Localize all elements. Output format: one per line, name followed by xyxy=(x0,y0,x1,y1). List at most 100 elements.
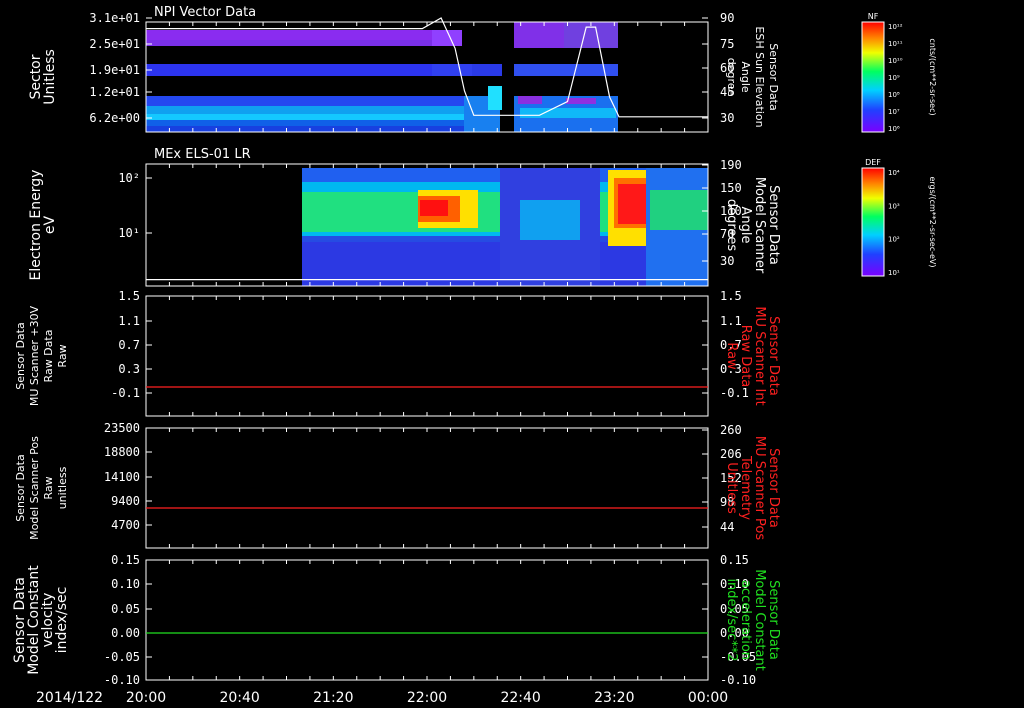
colorbar-tick-label: 10⁴ xyxy=(888,169,900,177)
panel-frame-const xyxy=(145,559,709,681)
right-axis-label-line: Raw xyxy=(724,342,739,370)
colorbar-tick-label: 10¹ xyxy=(888,269,900,277)
x-tick-label: 21:20 xyxy=(313,690,353,706)
left-axis-label-line: Unitless xyxy=(42,49,58,105)
x-tick-label: 20:40 xyxy=(219,690,259,706)
left-tick-label: 1.9e+01 xyxy=(89,63,140,77)
colorbar-tick-label: 10² xyxy=(888,236,900,244)
left-tick-label: 4700 xyxy=(111,518,140,532)
left-tick-label: 9400 xyxy=(111,494,140,508)
panel-title-els: MEx ELS-01 LR xyxy=(154,147,251,162)
els-heatmap xyxy=(302,168,708,286)
date-label: 2014/122 xyxy=(36,690,103,706)
left-axis-label-line: Sensor Data xyxy=(14,454,27,521)
right-axis-label-line: Raw Data xyxy=(738,325,753,388)
left-tick-label: 10¹ xyxy=(118,226,140,240)
left-tick-label: 1.2e+01 xyxy=(89,85,140,99)
multi-panel-plot: NPI Vector Data 3.1e+01 2.5e+01 1.9e+01 1.2e… xyxy=(12,5,937,706)
left-tick-label: 0.00 xyxy=(111,626,140,640)
right-tick-label: -0.1 xyxy=(720,386,749,400)
colorbar-npi: NF 10¹² 10¹¹ 10¹⁰ 10⁹ 10⁸ 10⁷ 10⁶ cnts/(cm**2-sr… xyxy=(861,12,937,133)
left-tick-label: 0.10 xyxy=(111,577,140,591)
x-tick-label: 22:40 xyxy=(500,690,540,706)
colorbar-label: DEF xyxy=(865,158,881,167)
panel-mu30: 1.51.10.70.3-0.11.51.10.70.3-0.1Sensor D… xyxy=(14,289,781,417)
right-axis-label-line: Angle xyxy=(739,61,752,93)
left-tick-label: -0.10 xyxy=(104,673,140,687)
npi-heatmap xyxy=(146,22,618,132)
left-axis-label-line: Model Scanner Pos xyxy=(28,436,41,540)
left-axis-label-line: Sensor Data xyxy=(14,322,27,389)
colorbar-unit-label: ergs/(cm**2-sr-sec-eV) xyxy=(928,176,937,267)
left-axis-label-mu30: Sensor Data MU Scanner +30V Raw Data Raw xyxy=(14,305,69,406)
left-axis-label-mupos: Sensor Data Model Scanner Pos Raw unitless xyxy=(14,436,69,540)
left-tick-label: 23500 xyxy=(104,421,140,435)
colorbar-els: DEF 10⁴ 10³ 10² 10¹ ergs/(cm**2-sr-sec-eV) xyxy=(861,158,937,277)
right-tick-label: 1.5 xyxy=(720,289,742,303)
panel-frame-mu30 xyxy=(145,295,709,417)
right-axis-label-line: MU Scanner Pos xyxy=(752,436,767,541)
right-axis-label-line: degree xyxy=(725,58,738,97)
left-axis-label-const: Sensor DataModel Constantvelocityindex/s… xyxy=(12,565,70,675)
left-tick-label: 0.05 xyxy=(111,602,140,616)
right-tick-label: 260 xyxy=(720,423,742,437)
x-tick-label: 00:00 xyxy=(688,690,728,706)
panel-title-npi: NPI Vector Data xyxy=(154,5,256,20)
x-tick-label: 23:20 xyxy=(594,690,634,706)
colorbar-tick-label: 10⁸ xyxy=(888,91,900,99)
left-axis-label-line: eV xyxy=(42,215,58,234)
right-tick-label: 150 xyxy=(720,181,742,195)
colorbar-tick-label: 10³ xyxy=(888,202,900,210)
right-axis-label-const: index/sec**2 acceleration Model Constant Se… xyxy=(724,569,781,671)
x-tick-label: 20:00 xyxy=(126,690,166,706)
right-axis-label-line: acceleration xyxy=(738,580,753,660)
right-tick-label: 0.15 xyxy=(720,553,749,567)
colorbar-gradient xyxy=(861,21,885,133)
colorbar-gradient xyxy=(861,167,885,277)
panel-mupos: 235001880014100940047002602061529844Sens… xyxy=(14,421,781,549)
colorbar-unit-text: cnts/(cm**2-sr-sec) xyxy=(928,38,937,115)
right-axis-label-line: MU Scanner Int xyxy=(752,306,767,405)
left-tick-label: 1.5 xyxy=(118,289,140,303)
panel-const: 0.150.100.050.00-0.05-0.100.150.100.050.… xyxy=(12,553,781,687)
right-tick-label: 30 xyxy=(720,254,734,268)
left-axis-label-line: Raw xyxy=(56,344,69,367)
panel-frame-mupos xyxy=(145,427,709,549)
left-tick-label: 2.5e+01 xyxy=(89,37,140,51)
right-tick-label: 90 xyxy=(720,11,734,25)
right-tick-label: 190 xyxy=(720,158,742,172)
left-axis-label-els: Electron EnergyeV xyxy=(28,170,58,281)
right-axis-label-line: Model Constant xyxy=(752,569,767,671)
right-axis-label-line: Angle xyxy=(738,207,753,244)
colorbar-tick-label: 10¹⁰ xyxy=(888,57,903,65)
right-axis-label-line: Telemetry xyxy=(738,455,753,520)
left-axis-label-line: Raw Data xyxy=(42,330,55,383)
colorbar-unit-label: cnts/(cm**2-sr-sec) xyxy=(928,38,937,115)
colorbar-unit-text: ergs/(cm**2-sr-sec-eV) xyxy=(928,176,937,267)
colorbar-tick-label: 10⁹ xyxy=(888,74,900,82)
left-tick-label: 10² xyxy=(118,171,140,185)
colorbar-tick-label: 10¹¹ xyxy=(888,40,903,48)
x-tick-label: 22:00 xyxy=(407,690,447,706)
left-tick-label: 0.15 xyxy=(111,553,140,567)
right-axis-label-line: degrees xyxy=(724,199,739,252)
right-axis-label-line: Model Scanner xyxy=(752,177,767,274)
right-axis-label-line: Sensor Data xyxy=(766,580,781,660)
left-tick-label: -0.05 xyxy=(104,650,140,664)
right-tick-label: 44 xyxy=(720,520,734,534)
right-axis-label-line: index/sec**2 xyxy=(724,578,739,661)
right-axis-label-line: Sensor Data xyxy=(766,316,781,396)
left-tick-label: -0.1 xyxy=(111,386,140,400)
left-tick-label: 3.1e+01 xyxy=(89,11,140,25)
left-axis-label-line: index/sec xyxy=(54,587,70,654)
right-axis-label-line: Sensor Data xyxy=(767,43,780,110)
left-tick-label: 14100 xyxy=(104,470,140,484)
right-tick-label: -0.10 xyxy=(720,673,756,687)
left-axis-label-line: MU Scanner +30V xyxy=(28,305,41,406)
left-tick-label: 0.7 xyxy=(118,338,140,352)
right-axis-label-line: Sensor Data xyxy=(766,185,781,265)
right-axis-label-line: ESH Sun Elevation xyxy=(753,26,766,127)
right-axis-label-line: Unitless xyxy=(724,462,739,514)
right-tick-label: 30 xyxy=(720,111,734,125)
colorbar-tick-label: 10⁷ xyxy=(888,108,900,116)
